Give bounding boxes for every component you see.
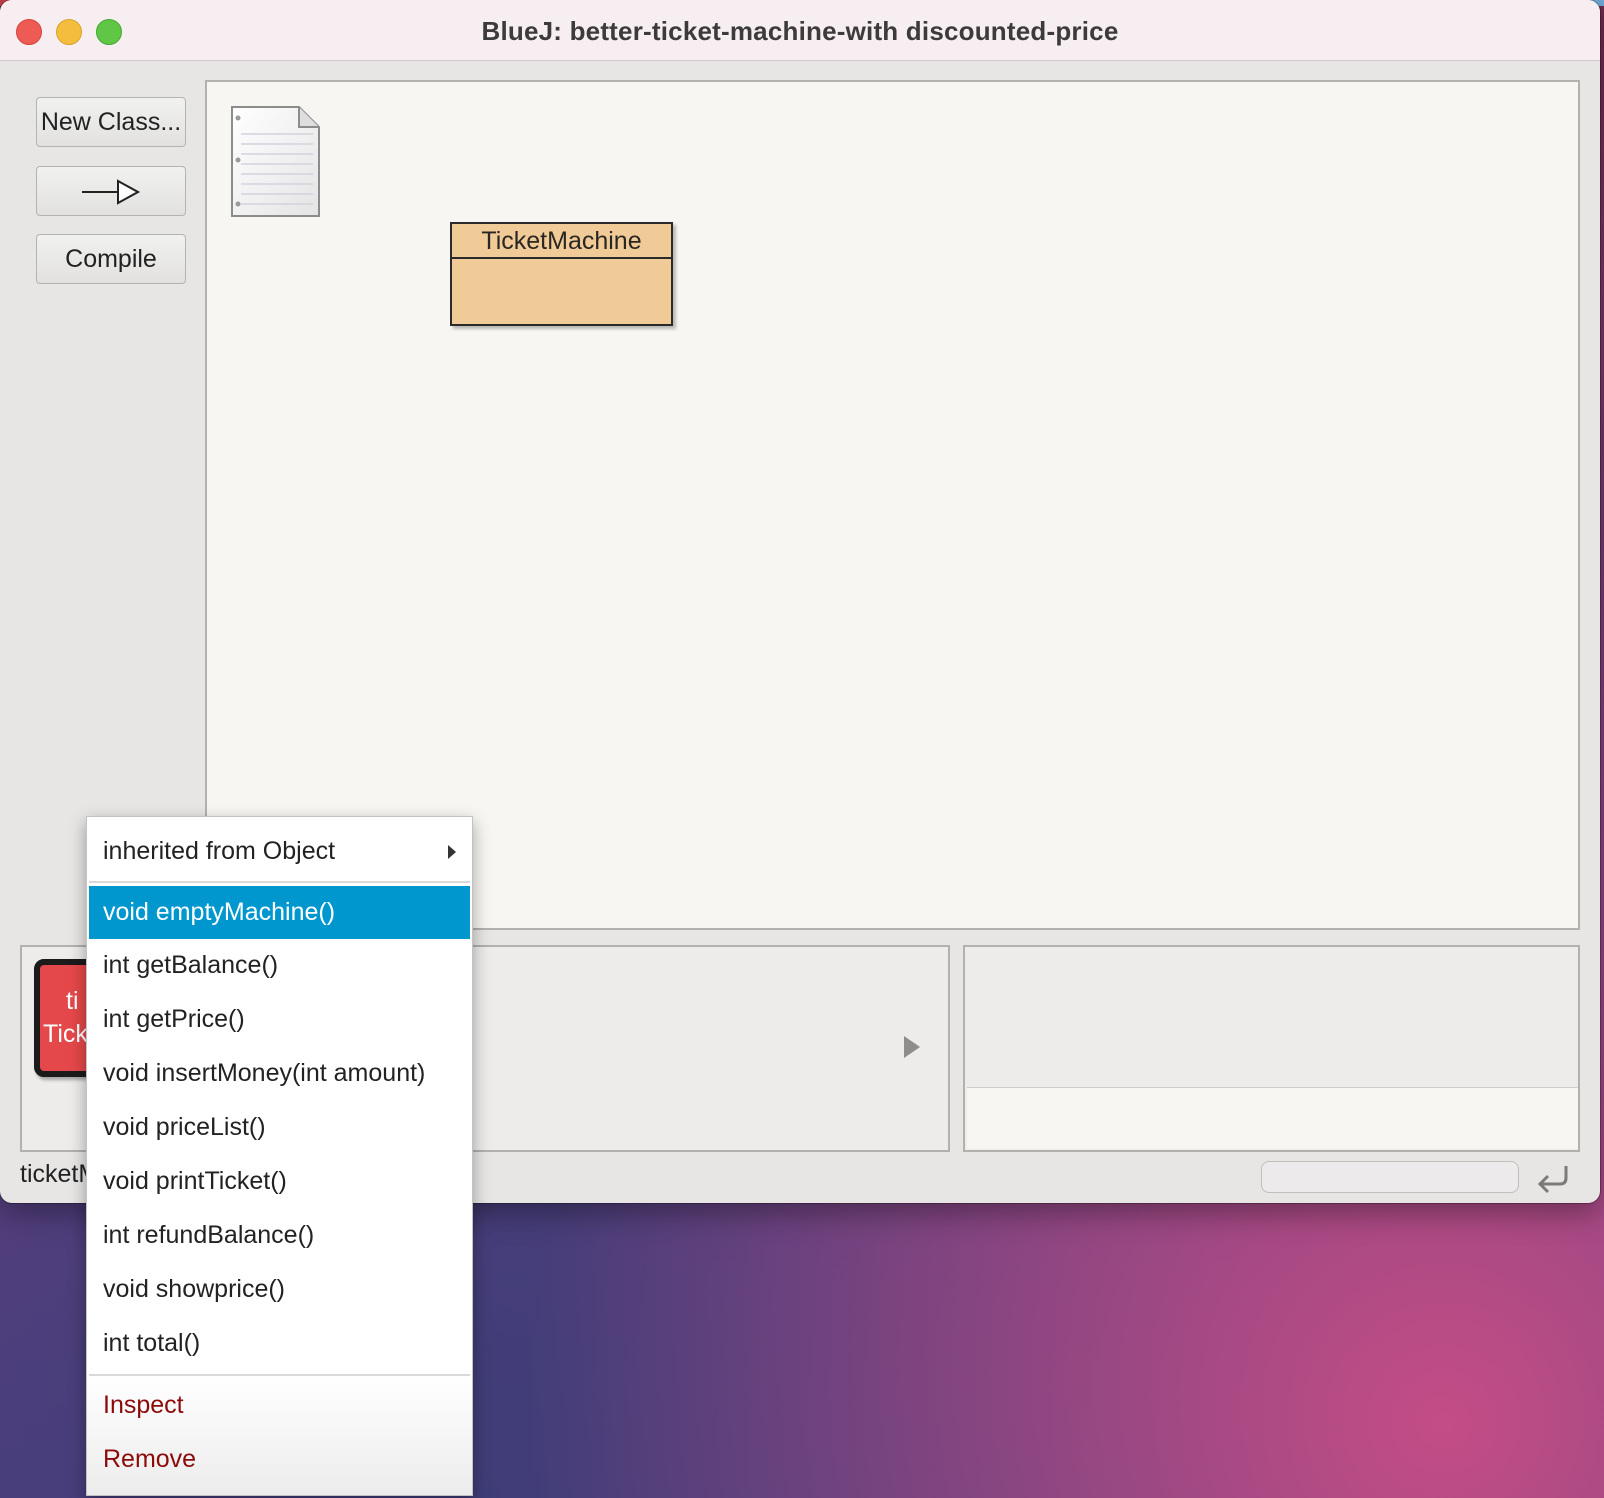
menu-item-method[interactable]: int getPrice(): [89, 993, 470, 1046]
new-inheritance-arrow-button[interactable]: [36, 166, 186, 216]
codepad-panel: [963, 945, 1580, 1152]
ticketmachine-class-box[interactable]: TicketMachine: [450, 222, 673, 326]
new-class-button[interactable]: New Class...: [36, 97, 186, 147]
menu-item-method[interactable]: void insertMoney(int amount): [89, 1047, 470, 1100]
menu-item-method[interactable]: void emptyMachine(): [89, 886, 470, 939]
menu-item-inspect[interactable]: Inspect: [89, 1379, 470, 1432]
submenu-arrow-icon: [448, 845, 456, 859]
menu-item-method[interactable]: int refundBalance(): [89, 1209, 470, 1262]
title-bar: BlueJ: better-ticket-machine-with discou…: [0, 0, 1600, 61]
class-name-label: TicketMachine: [452, 224, 671, 259]
menu-item-method[interactable]: void printTicket(): [89, 1155, 470, 1208]
object-context-menu: inherited from Object void emptyMachine(…: [86, 816, 473, 1496]
menu-item-inherited-from-object[interactable]: inherited from Object: [89, 825, 470, 878]
menu-item-label: inherited from Object: [103, 837, 336, 865]
class-diagram-canvas[interactable]: TicketMachine: [205, 80, 1580, 930]
menu-item-method[interactable]: void showprice(): [89, 1263, 470, 1316]
readme-note-icon[interactable]: [229, 104, 323, 219]
codepad-input[interactable]: [967, 1087, 1578, 1149]
reset-vm-icon[interactable]: [1534, 1160, 1572, 1198]
progress-bar: [1261, 1161, 1519, 1193]
menu-item-method[interactable]: int total(): [89, 1317, 470, 1370]
window-title: BlueJ: better-ticket-machine-with discou…: [481, 16, 1119, 46]
inheritance-arrow-icon: [82, 179, 141, 205]
menu-item-remove[interactable]: Remove: [89, 1433, 470, 1486]
menu-separator: [89, 881, 470, 883]
menu-item-method[interactable]: int getBalance(): [89, 939, 470, 992]
menu-separator: [89, 1374, 470, 1376]
menu-item-method[interactable]: void priceList(): [89, 1101, 470, 1154]
compile-button[interactable]: Compile: [36, 234, 186, 284]
bench-scroll-right-icon[interactable]: [904, 1036, 920, 1058]
